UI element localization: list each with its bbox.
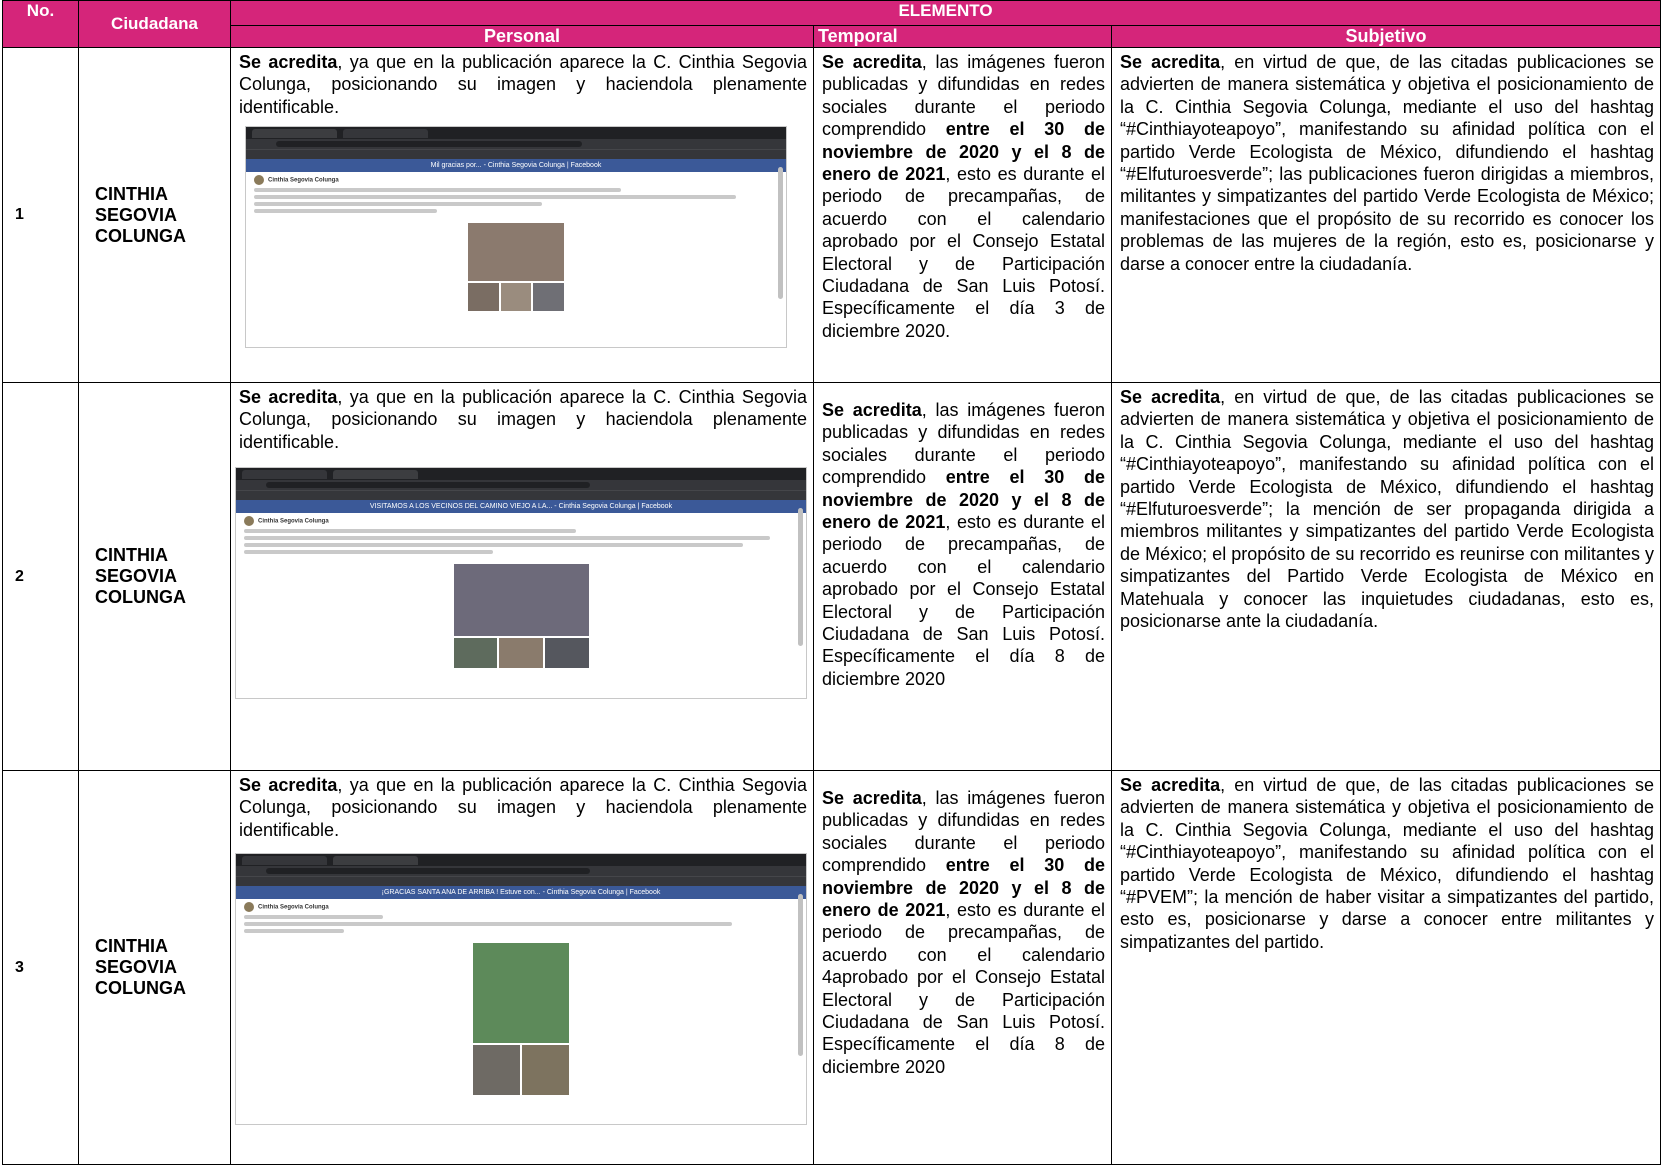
temporal-text: Se acredita, las imágenes fueron publica… xyxy=(822,788,1105,1077)
table-row: 2 CINTHIA SEGOVIA COLUNGA Se acredita, y… xyxy=(2,382,1662,771)
personal-text: Se acredita, ya que en la publicación ap… xyxy=(239,775,807,840)
header-ciudadana: Ciudadana xyxy=(78,0,231,48)
temporal-cell: Se acredita, las imágenes fueron publica… xyxy=(813,382,1112,771)
personal-text: Se acredita, ya que en la publicación ap… xyxy=(239,387,807,452)
table-row: 1 CINTHIA SEGOVIA COLUNGA Se acredita, y… xyxy=(2,47,1662,383)
personal-cell: Se acredita, ya que en la publicación ap… xyxy=(230,770,814,1165)
subjetivo-text: Se acredita, en virtud de que, de las ci… xyxy=(1120,387,1655,632)
elements-table: No. Ciudadana ELEMENTO Personal Temporal… xyxy=(2,0,1662,1165)
personal-cell: Se acredita, ya que en la publicación ap… xyxy=(230,47,814,383)
row-number: 3 xyxy=(2,770,79,1165)
temporal-cell: Se acredita, las imágenes fueron publica… xyxy=(813,770,1112,1165)
facebook-post-screenshot: Mil gracias por... - Cinthia Segovia Col… xyxy=(245,126,787,349)
citizen-name: CINTHIA SEGOVIA COLUNGA xyxy=(78,382,231,771)
facebook-post-screenshot: VISITAMOS A LOS VECINOS DEL CAMINO VIEJO… xyxy=(235,467,807,700)
facebook-post-screenshot: ¡GRACIAS SANTA ANA DE ARRIBA ! Estuve co… xyxy=(235,853,807,1126)
temporal-text: Se acredita, las imágenes fueron publica… xyxy=(822,52,1105,341)
subjetivo-text: Se acredita, en virtud de que, de las ci… xyxy=(1120,775,1655,952)
citizen-name: CINTHIA SEGOVIA COLUNGA xyxy=(78,47,231,383)
subjetivo-cell: Se acredita, en virtud de que, de las ci… xyxy=(1110,47,1662,383)
row-number: 1 xyxy=(2,47,79,383)
subjetivo-text: Se acredita, en virtud de que, de las ci… xyxy=(1120,52,1655,274)
header-subjetivo: Subjetivo xyxy=(1110,25,1662,48)
header-personal: Personal xyxy=(230,25,814,48)
header-temporal: Temporal xyxy=(813,25,1112,48)
header-elemento: ELEMENTO xyxy=(229,0,1662,26)
personal-text: Se acredita, ya que en la publicación ap… xyxy=(239,52,807,117)
citizen-name: CINTHIA SEGOVIA COLUNGA xyxy=(78,770,231,1165)
temporal-text: Se acredita, las imágenes fueron publica… xyxy=(822,400,1105,689)
temporal-cell: Se acredita, las imágenes fueron publica… xyxy=(813,47,1112,383)
row-number: 2 xyxy=(2,382,79,771)
personal-cell: Se acredita, ya que en la publicación ap… xyxy=(230,382,814,771)
subjetivo-cell: Se acredita, en virtud de que, de las ci… xyxy=(1110,382,1662,771)
subjetivo-cell: Se acredita, en virtud de que, de las ci… xyxy=(1110,770,1662,1165)
table-row: 3 CINTHIA SEGOVIA COLUNGA Se acredita, y… xyxy=(2,770,1662,1165)
header-no: No. xyxy=(2,0,79,48)
